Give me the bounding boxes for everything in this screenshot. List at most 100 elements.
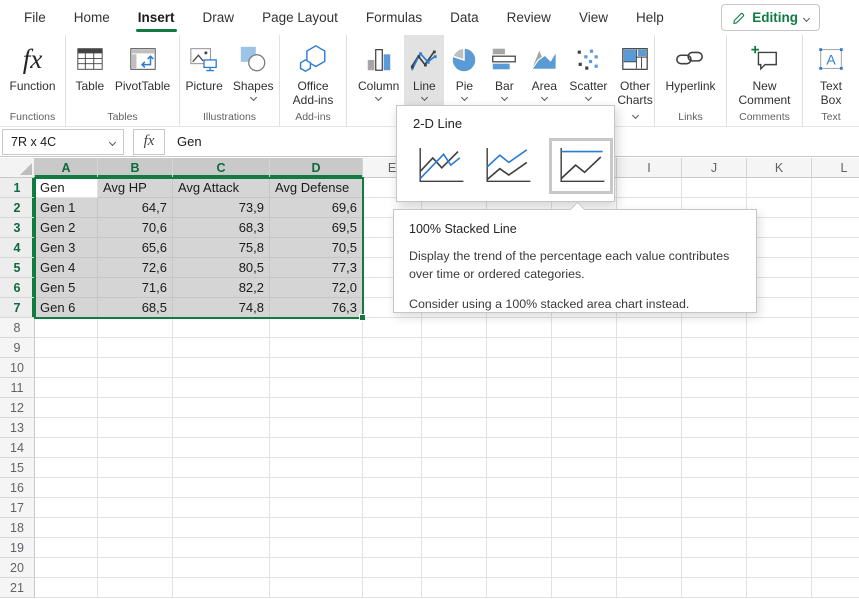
cell-D21[interactable]	[270, 578, 363, 598]
cell-D14[interactable]	[270, 438, 363, 458]
cell-H15[interactable]	[552, 458, 617, 478]
cell-A4[interactable]: Gen 3	[35, 238, 98, 258]
cell-K1[interactable]	[747, 178, 812, 198]
cell-B15[interactable]	[98, 458, 173, 478]
cell-E9[interactable]	[363, 338, 422, 358]
cell-C16[interactable]	[173, 478, 270, 498]
row-header-16[interactable]: 16	[0, 478, 35, 498]
column-header-K[interactable]: K	[747, 158, 812, 178]
cell-E17[interactable]	[363, 498, 422, 518]
cell-F9[interactable]	[422, 338, 487, 358]
cell-C15[interactable]	[173, 458, 270, 478]
cell-B5[interactable]: 72,6	[98, 258, 173, 278]
cell-E11[interactable]	[363, 378, 422, 398]
cell-I18[interactable]	[617, 518, 682, 538]
cell-D15[interactable]	[270, 458, 363, 478]
row-header-18[interactable]: 18	[0, 518, 35, 538]
cell-C2[interactable]: 73,9	[173, 198, 270, 218]
cell-K8[interactable]	[747, 318, 812, 338]
cell-C20[interactable]	[173, 558, 270, 578]
cell-A8[interactable]	[35, 318, 98, 338]
cell-F16[interactable]	[422, 478, 487, 498]
cell-B8[interactable]	[98, 318, 173, 338]
cell-B12[interactable]	[98, 398, 173, 418]
table-button[interactable]: Table	[70, 35, 110, 109]
cell-A5[interactable]: Gen 4	[35, 258, 98, 278]
cell-H13[interactable]	[552, 418, 617, 438]
cell-A1[interactable]: Gen	[35, 178, 98, 198]
cell-H16[interactable]	[552, 478, 617, 498]
cell-L13[interactable]	[812, 418, 859, 438]
stacked100-line-chart-option[interactable]	[549, 138, 613, 194]
row-header-13[interactable]: 13	[0, 418, 35, 438]
shapes-button[interactable]: Shapes	[228, 35, 279, 109]
cell-C3[interactable]: 68,3	[173, 218, 270, 238]
cell-B9[interactable]	[98, 338, 173, 358]
new-comment-button[interactable]: New Comment	[730, 35, 800, 109]
cell-B1[interactable]: Avg HP	[98, 178, 173, 198]
cell-C7[interactable]: 74,8	[173, 298, 270, 318]
cell-J1[interactable]	[682, 178, 747, 198]
row-header-3[interactable]: 3	[0, 218, 35, 238]
cell-E19[interactable]	[363, 538, 422, 558]
cell-C4[interactable]: 75,8	[173, 238, 270, 258]
cell-A12[interactable]	[35, 398, 98, 418]
tab-file[interactable]: File	[10, 0, 60, 35]
cell-J12[interactable]	[682, 398, 747, 418]
cell-I13[interactable]	[617, 418, 682, 438]
stacked-line-chart-option[interactable]	[480, 143, 534, 189]
cell-G11[interactable]	[487, 378, 552, 398]
cell-A19[interactable]	[35, 538, 98, 558]
cell-G14[interactable]	[487, 438, 552, 458]
cell-I15[interactable]	[617, 458, 682, 478]
column-header-A[interactable]: A	[35, 158, 98, 178]
text-box-button[interactable]: A Text Box	[808, 35, 854, 109]
cell-D1[interactable]: Avg Defense	[270, 178, 363, 198]
cell-D2[interactable]: 69,6	[270, 198, 363, 218]
cell-H8[interactable]	[552, 318, 617, 338]
cell-C1[interactable]: Avg Attack	[173, 178, 270, 198]
editing-mode-button[interactable]: Editing	[721, 4, 820, 31]
cell-D3[interactable]: 69,5	[270, 218, 363, 238]
row-header-11[interactable]: 11	[0, 378, 35, 398]
row-header-9[interactable]: 9	[0, 338, 35, 358]
cell-J21[interactable]	[682, 578, 747, 598]
cell-H12[interactable]	[552, 398, 617, 418]
cell-B2[interactable]: 64,7	[98, 198, 173, 218]
cell-L10[interactable]	[812, 358, 859, 378]
cell-I16[interactable]	[617, 478, 682, 498]
cell-B19[interactable]	[98, 538, 173, 558]
cell-L14[interactable]	[812, 438, 859, 458]
select-all-corner[interactable]	[0, 158, 35, 178]
cell-G15[interactable]	[487, 458, 552, 478]
cell-L2[interactable]	[812, 198, 859, 218]
row-header-12[interactable]: 12	[0, 398, 35, 418]
row-header-19[interactable]: 19	[0, 538, 35, 558]
cell-E15[interactable]	[363, 458, 422, 478]
cell-K19[interactable]	[747, 538, 812, 558]
cell-D13[interactable]	[270, 418, 363, 438]
cell-C9[interactable]	[173, 338, 270, 358]
tab-review[interactable]: Review	[493, 0, 565, 35]
cell-L11[interactable]	[812, 378, 859, 398]
cell-F15[interactable]	[422, 458, 487, 478]
cell-K14[interactable]	[747, 438, 812, 458]
tab-help[interactable]: Help	[622, 0, 678, 35]
cell-J11[interactable]	[682, 378, 747, 398]
cell-K20[interactable]	[747, 558, 812, 578]
cell-A11[interactable]	[35, 378, 98, 398]
cell-D17[interactable]	[270, 498, 363, 518]
cell-D5[interactable]: 77,3	[270, 258, 363, 278]
cell-L1[interactable]	[812, 178, 859, 198]
cell-E8[interactable]	[363, 318, 422, 338]
cell-E13[interactable]	[363, 418, 422, 438]
cell-K21[interactable]	[747, 578, 812, 598]
tab-view[interactable]: View	[565, 0, 622, 35]
cell-K9[interactable]	[747, 338, 812, 358]
row-header-10[interactable]: 10	[0, 358, 35, 378]
tab-data[interactable]: Data	[436, 0, 493, 35]
cell-G9[interactable]	[487, 338, 552, 358]
cell-J16[interactable]	[682, 478, 747, 498]
cell-D11[interactable]	[270, 378, 363, 398]
row-header-8[interactable]: 8	[0, 318, 35, 338]
